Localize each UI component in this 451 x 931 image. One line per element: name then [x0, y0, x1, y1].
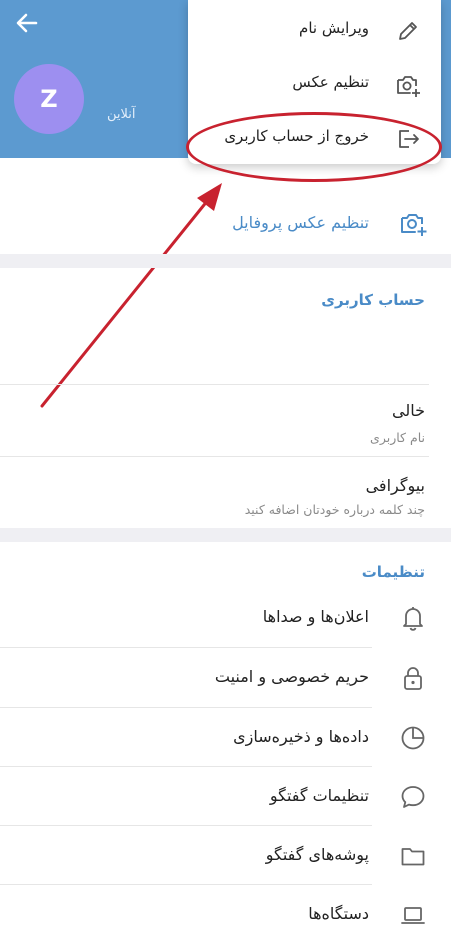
bio-row[interactable]: بیوگرافی چند کلمه درباره خودتان اضافه کن…	[0, 457, 451, 527]
pencil-icon	[395, 18, 421, 44]
edit-name-menu-item[interactable]: ویرایش نام	[188, 4, 441, 56]
laptop-icon	[399, 901, 427, 929]
settings-item-label: تنظیمات گفتگو	[269, 786, 369, 805]
camera-add-icon	[395, 72, 421, 98]
edit-name-label: ویرایش نام	[299, 19, 369, 37]
username-value: خالی	[392, 401, 425, 420]
section-gap	[0, 254, 451, 268]
account-section-title: حساب کاربری	[321, 291, 425, 309]
settings-item-chat-folders[interactable]: پوشه‌های گفتگو	[0, 826, 451, 885]
settings-item-label: دستگاه‌ها	[308, 904, 369, 923]
bio-hint: چند کلمه درباره خودتان اضافه کنید	[244, 502, 425, 517]
set-profile-photo-button[interactable]: تنظیم عکس پروفایل	[0, 195, 451, 251]
back-arrow-icon[interactable]	[12, 8, 42, 38]
settings-item-label: حریم خصوصی و امنیت	[214, 667, 369, 686]
folder-icon	[399, 842, 427, 870]
lock-icon	[399, 664, 427, 692]
settings-item-label: پوشه‌های گفتگو	[265, 845, 369, 864]
avatar[interactable]: Z	[14, 64, 84, 134]
settings-item-notifications[interactable]: اعلان‌ها و صداها	[0, 588, 451, 647]
settings-item-chat-settings[interactable]: تنظیمات گفتگو	[0, 767, 451, 826]
pie-chart-icon	[399, 724, 427, 752]
section-gap	[0, 528, 451, 542]
settings-item-data-storage[interactable]: داده‌ها و ذخیره‌سازی	[0, 708, 451, 767]
set-photo-label: تنظیم عکس	[292, 73, 369, 91]
set-profile-photo-label: تنظیم عکس پروفایل	[232, 213, 369, 232]
settings-item-label: داده‌ها و ذخیره‌سازی	[233, 727, 369, 746]
highlight-ellipse	[186, 112, 442, 182]
online-status: آنلاین	[107, 107, 136, 122]
username-hint: نام کاربری	[370, 430, 425, 445]
settings-item-privacy[interactable]: حریم خصوصی و امنیت	[0, 648, 451, 707]
chat-bubble-icon	[399, 783, 427, 811]
bio-value: بیوگرافی	[365, 476, 425, 495]
username-row[interactable]: خالی نام کاربری	[0, 385, 451, 455]
bell-icon	[399, 604, 427, 632]
settings-section-title: تنظیمات	[361, 563, 425, 581]
camera-add-icon	[399, 209, 427, 237]
settings-item-devices[interactable]: دستگاه‌ها	[0, 885, 451, 931]
set-photo-menu-item[interactable]: تنظیم عکس	[188, 58, 441, 110]
settings-item-label: اعلان‌ها و صداها	[262, 607, 369, 626]
